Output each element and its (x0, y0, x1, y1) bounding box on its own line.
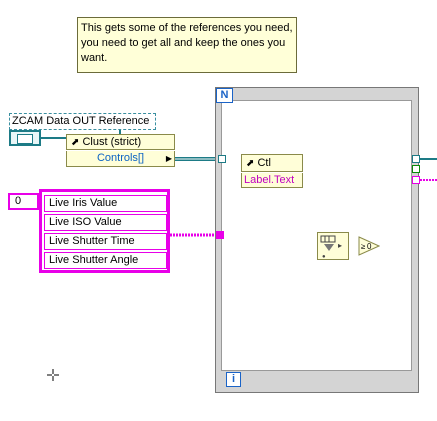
array-element-0[interactable]: Live Iris Value (44, 195, 167, 212)
crosshair-cursor-icon (47, 369, 59, 381)
svg-text:●: ● (322, 254, 326, 259)
search-1d-array-icon[interactable]: ▸ ● (317, 232, 349, 260)
conditional-terminal-icon[interactable] (412, 165, 420, 173)
gte-symbol: ≥ (361, 242, 366, 251)
property-node-controls[interactable]: Controls[] ▶ (66, 151, 175, 167)
array-index-value: 0 (15, 195, 22, 207)
ctl-property-node[interactable]: ⬈ Ctl (241, 154, 303, 172)
ctl-label-property[interactable]: Label.Text (241, 173, 303, 188)
reference-label: ZCAM Data OUT Reference (9, 113, 156, 130)
output-tunnel-reference[interactable] (412, 155, 420, 163)
loop-count-terminal[interactable]: N (216, 88, 233, 103)
array-element-3[interactable]: Live Shutter Angle (44, 252, 167, 269)
svg-text:▸: ▸ (338, 241, 342, 250)
array-index-display[interactable]: 0 (8, 193, 39, 210)
array-element-2[interactable]: Live Shutter Time (44, 233, 167, 250)
array-element-1[interactable]: Live ISO Value (44, 214, 167, 231)
property-node-icon: ⬈ (71, 137, 80, 148)
controls-input-tunnel[interactable] (218, 155, 226, 163)
ctl-class-name: Ctl (257, 157, 271, 169)
string-array-tunnel[interactable] (216, 231, 224, 239)
search-1d-array-glyph: ▸ ● (320, 235, 342, 259)
ctl-label-text: Label.Text (244, 174, 295, 186)
property-node-arrow-icon: ▶ (165, 154, 172, 163)
comment-box: This gets some of the references you nee… (77, 17, 297, 73)
loop-iteration-terminal[interactable]: i (226, 372, 241, 387)
ctl-property-node-icon: ⬈ (246, 158, 255, 169)
property-node-header[interactable]: ⬈ Clust (strict) (66, 134, 175, 150)
reference-icon[interactable] (9, 130, 41, 146)
property-node-class: Clust (strict) (82, 136, 142, 148)
greater-or-equal-zero-icon[interactable]: ≥ 0 (358, 236, 380, 256)
gte-zero: 0 (367, 242, 372, 251)
output-tunnel-label[interactable] (412, 176, 420, 184)
property-node-property: Controls[] (96, 152, 145, 164)
